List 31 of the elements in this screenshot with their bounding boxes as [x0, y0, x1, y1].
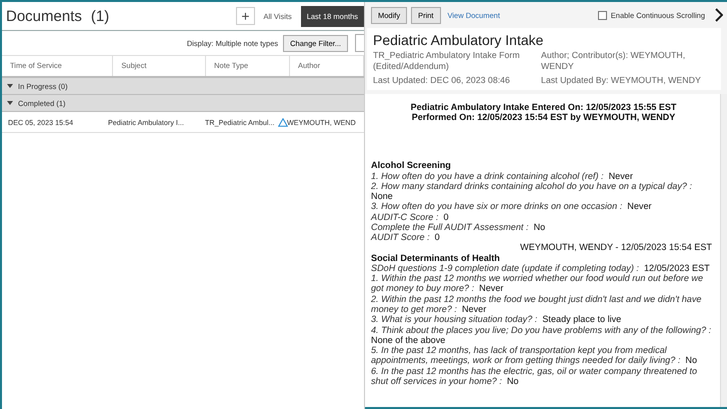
- question-answer: 3. What is your housing situation today? : Steady place to live: [371, 314, 622, 325]
- document-title: Pediatric Ambulatory Intake: [373, 32, 544, 48]
- expand-arrow-icon[interactable]: [7, 100, 13, 106]
- question-answer: 1. How often do you have a drink containing alcohol (ref) : Never: [371, 170, 634, 181]
- last-updated-text: Last Updated: DEC 06, 2023 08:46: [373, 74, 511, 86]
- question-answer: 6. In the past 12 months has the electric, gas, oil or water company threatened to shut off services in your home? : No: [371, 366, 698, 386]
- scrollbar[interactable]: [720, 94, 727, 407]
- section-title: Alcohol Screening: [371, 160, 452, 171]
- checkbox[interactable]: [598, 10, 607, 20]
- question-answer: AUDIT Score : 0: [371, 232, 441, 242]
- panel-title: Documents: [6, 8, 82, 24]
- question-answer: 4. Think about the places you live; Do you have problems with any of the following? : None of the above: [371, 324, 712, 346]
- question-answer: 2. How many standard drinks containing alcohol do you have on a typical day? : None: [371, 180, 693, 202]
- add-button[interactable]: +: [236, 7, 255, 25]
- last-updated-by-text: Last Updated By: WEYMOUTH, WENDY: [541, 74, 702, 86]
- expand-arrow-icon[interactable]: [7, 83, 13, 89]
- chevron-right-icon[interactable]: [715, 8, 723, 22]
- question-answer: AUDIT-C Score : 0: [371, 212, 450, 222]
- document-count: (1): [90, 8, 110, 24]
- section-title: Social Determinants of Health: [371, 252, 501, 263]
- question-answer: 5. In the past 12 months, has lack of transportation kept you from medical appointments, meetings, work or from getting things needed for daily living? : No: [371, 345, 698, 366]
- document-heading: Pediatric Ambulatory Intake Entered On: 12/05/2023 15:55 EST: [410, 102, 678, 112]
- question-answer: SDoH questions 1-9 completion date (update if completing today) : 12/05/2023 EST: [371, 262, 711, 274]
- author-text: Author; Contributor(s): WEYMOUTH, WENDY: [541, 50, 686, 72]
- signature-line: WEYMOUTH, WENDY - 12/05/2023 15:54 EST: [519, 242, 713, 253]
- document-heading: Performed On: 12/05/2023 15:54 EST by WEYMOUTH, WENDY: [410, 112, 676, 122]
- question-answer: 3. How often do you have six or more drinks on one occasion : Never: [371, 201, 653, 212]
- form-name: TR_Pediatric Ambulatory Intake Form (Edited/Addendum): [373, 50, 521, 72]
- question-answer: 2. Within the past 12 months the food we bought just didn't last and we didn't have money to get more? : Never: [371, 294, 702, 314]
- question-answer: Complete the Full AUDIT Assessment : No: [371, 222, 546, 232]
- question-answer: 1. Within the past 12 months we worried whether our food would run out before we got money to buy more? : Never: [371, 273, 704, 294]
